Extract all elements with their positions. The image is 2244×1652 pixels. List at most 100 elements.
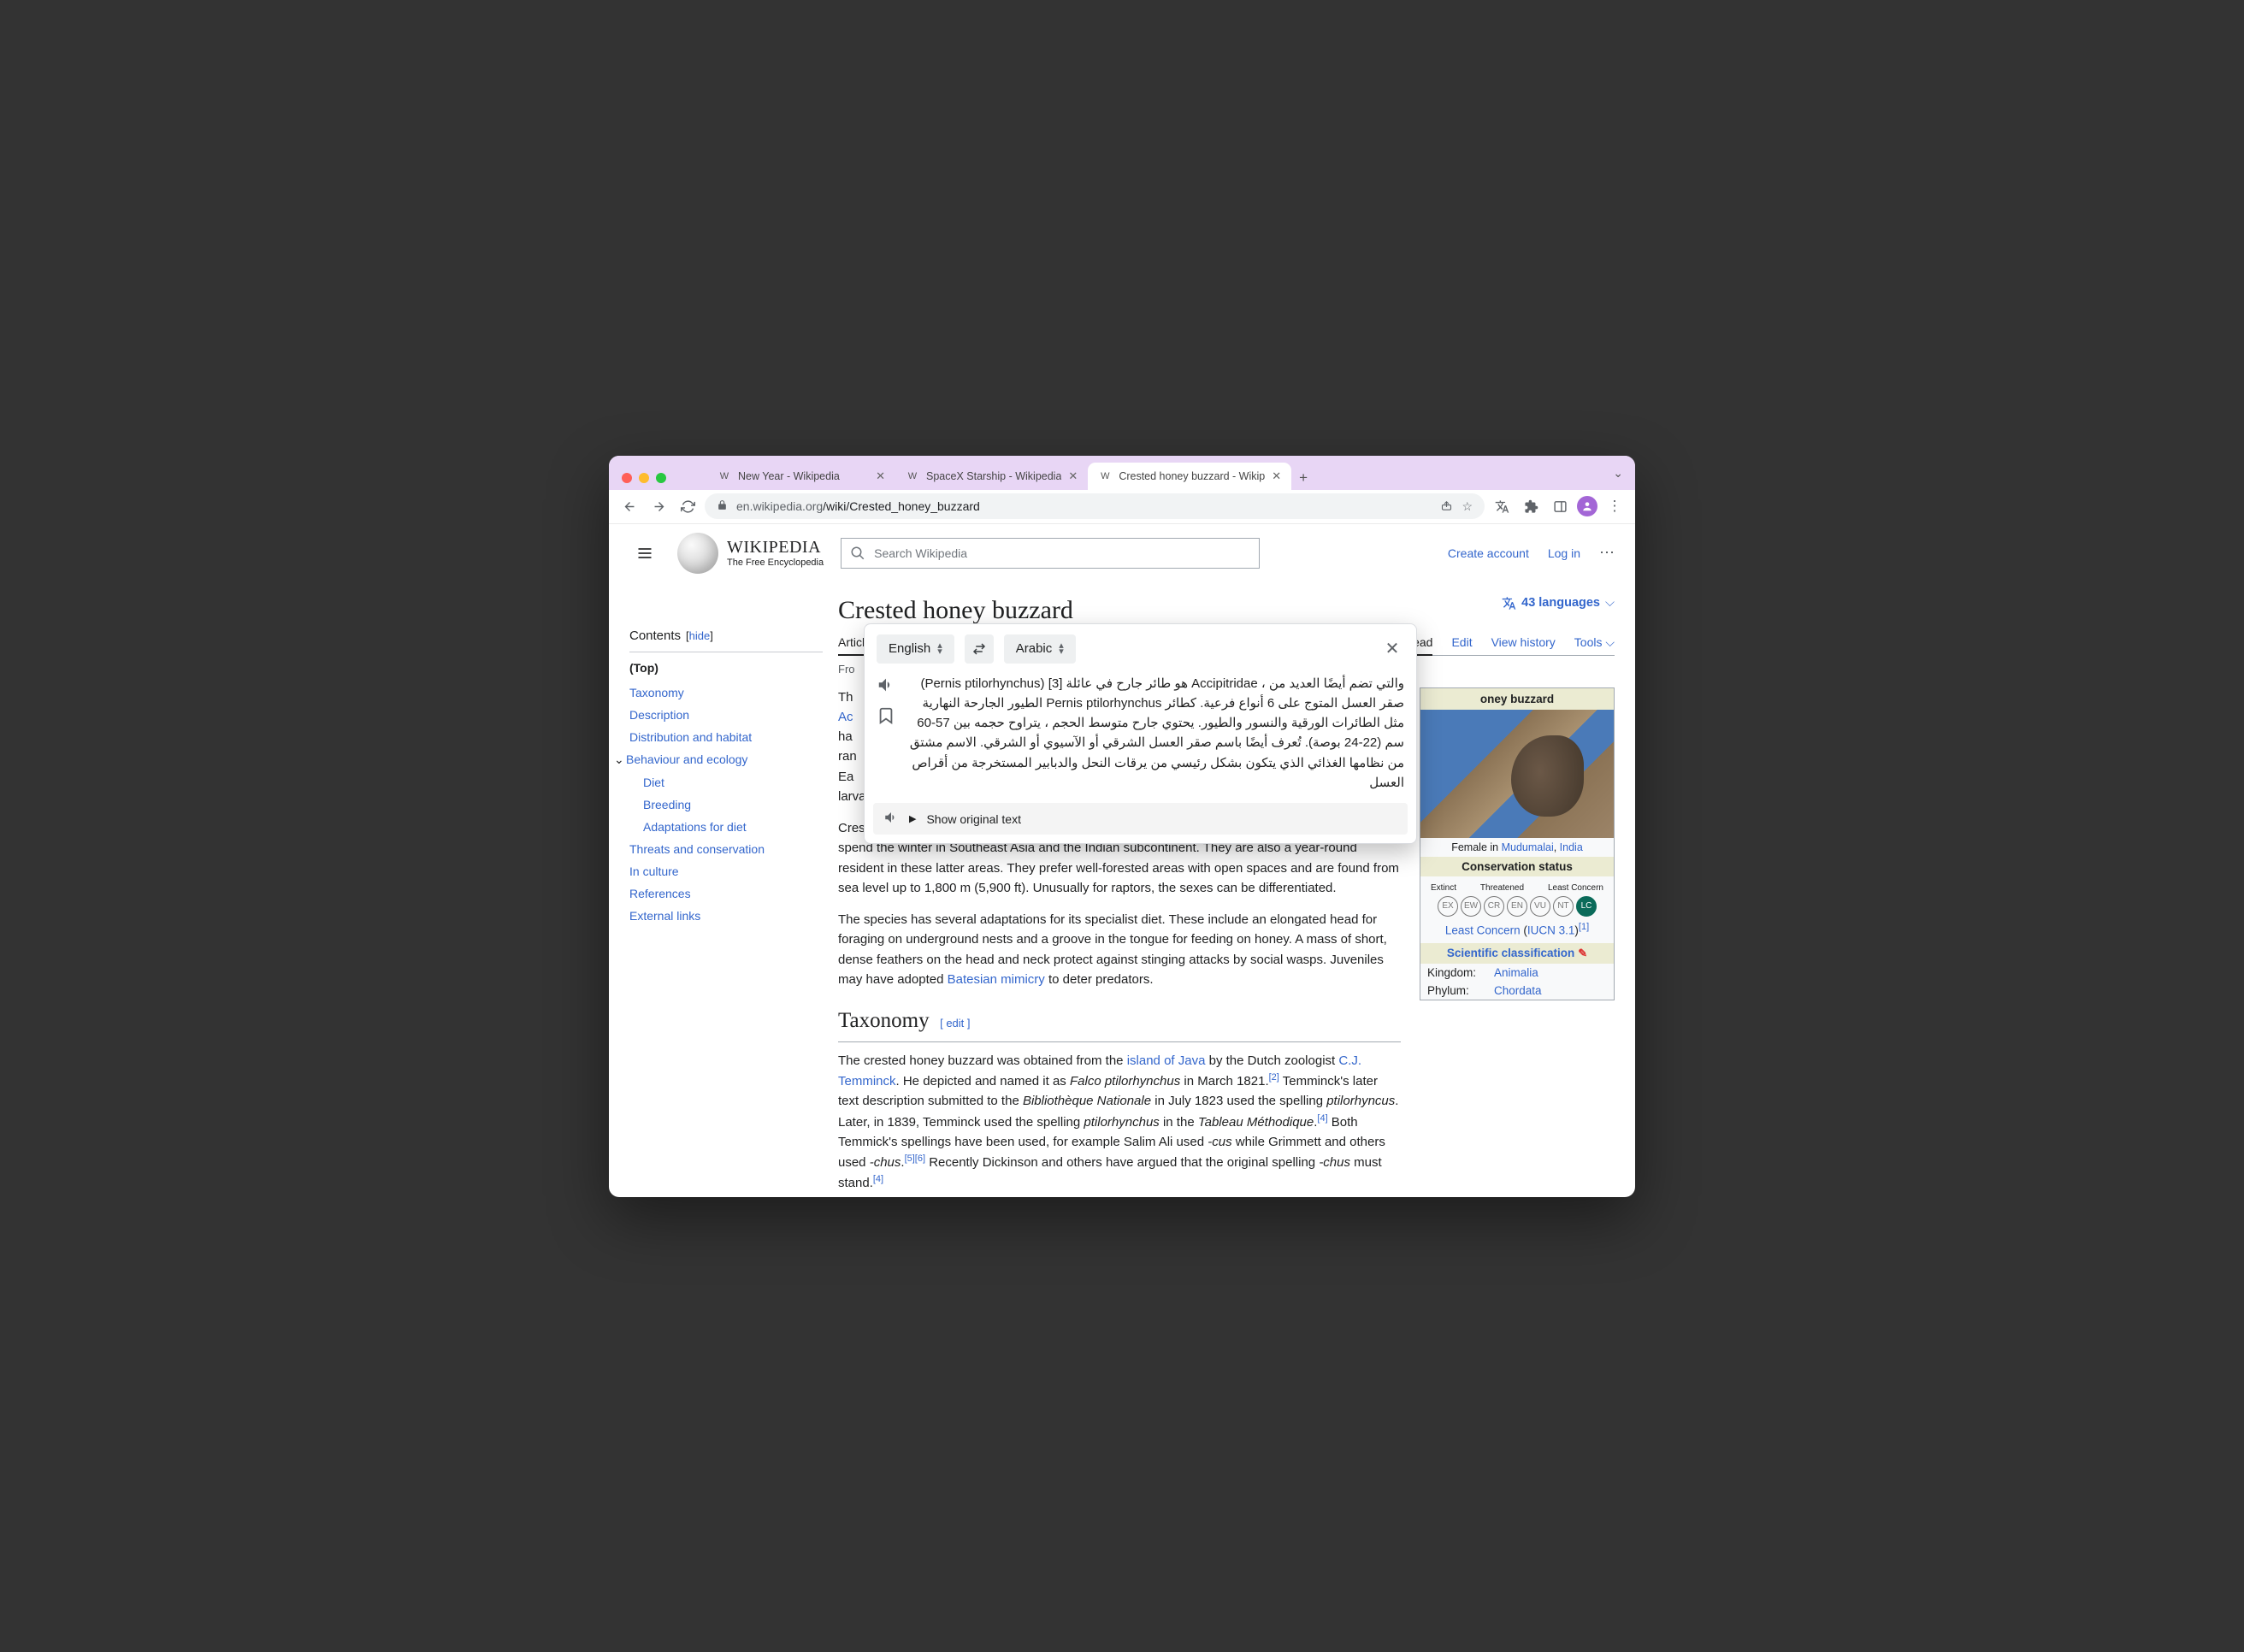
extensions-icon[interactable] <box>1519 494 1543 518</box>
toc-subitem[interactable]: Adaptations for diet <box>629 816 823 838</box>
show-original-toggle[interactable]: ▶ Show original text <box>873 803 1408 835</box>
iucn-grade: LC <box>1576 896 1597 917</box>
close-tab-icon[interactable]: ✕ <box>876 469 885 483</box>
toc-item[interactable]: Taxonomy <box>629 681 823 704</box>
edit-section[interactable]: edit <box>946 1017 964 1030</box>
search-icon <box>850 546 865 561</box>
toc-top[interactable]: (Top) <box>629 661 823 675</box>
wiki-header: WIKIPEDIA The Free Encyclopedia Search W… <box>609 524 1635 582</box>
edit-pencil-icon[interactable]: ✎ <box>1578 947 1587 959</box>
save-translation-icon[interactable] <box>877 706 895 725</box>
translate-popup: English▴▾ Arabic▴▾ ✕ والتي تضم أيضًا الع… <box>864 623 1417 845</box>
swap-languages-button[interactable] <box>965 634 994 664</box>
classification-row: Kingdom:Animalia <box>1420 964 1614 982</box>
iucn-grade: NT <box>1553 896 1574 917</box>
close-tab-icon[interactable]: ✕ <box>1272 469 1281 483</box>
page-title: Crested honey buzzard <box>838 596 1073 625</box>
globe-icon <box>677 533 718 574</box>
toc-sidebar: Contents [hide] (Top) TaxonomyDescriptio… <box>629 582 838 1197</box>
tab-strip: W New Year - Wikipedia ✕ W SpaceX Starship -… <box>609 456 1635 490</box>
search-placeholder: Search Wikipedia <box>874 546 967 560</box>
browser-tab[interactable]: W New Year - Wikipedia ✕ <box>707 463 895 490</box>
toc-subitem[interactable]: Diet <box>629 771 823 794</box>
toc-item[interactable]: In culture <box>629 860 823 882</box>
expand-triangle-icon: ▶ <box>909 813 916 824</box>
translated-text: والتي تضم أيضًا العديد من ، Accipitridae… <box>906 674 1404 794</box>
back-button[interactable] <box>617 494 641 518</box>
speak-original-icon[interactable] <box>883 810 899 828</box>
toc-heading: Contents <box>629 628 681 643</box>
address-bar: en.wikipedia.org/wiki/Crested_honey_buzz… <box>609 490 1635 524</box>
iucn-grade: EW <box>1461 896 1481 917</box>
create-account-link[interactable]: Create account <box>1448 546 1529 560</box>
iucn-grade: VU <box>1530 896 1550 917</box>
bookmark-star-icon[interactable]: ☆ <box>1462 499 1473 514</box>
toc-item[interactable]: ⌄Behaviour and ecology <box>629 748 823 771</box>
minimize-window[interactable] <box>639 473 649 483</box>
browser-window: W New Year - Wikipedia ✕ W SpaceX Starship -… <box>609 456 1635 1197</box>
favicon: W <box>717 469 731 483</box>
browser-tab[interactable]: W SpaceX Starship - Wikipedia ✕ <box>895 463 1088 490</box>
toc-item[interactable]: Distribution and habitat <box>629 726 823 748</box>
translate-icon[interactable] <box>1490 494 1514 518</box>
toc-item[interactable]: External links <box>629 905 823 927</box>
search-input[interactable]: Search Wikipedia <box>841 538 1260 569</box>
login-link[interactable]: Log in <box>1548 546 1580 560</box>
more-menu-icon[interactable]: ⋯ <box>1599 544 1615 562</box>
new-tab-button[interactable]: + <box>1291 469 1315 490</box>
source-language-select[interactable]: English▴▾ <box>877 634 954 664</box>
favicon: W <box>906 469 919 483</box>
sidepanel-icon[interactable] <box>1548 494 1572 518</box>
reload-button[interactable] <box>676 494 700 518</box>
maximize-window[interactable] <box>656 473 666 483</box>
language-button[interactable]: 43 languages ⌵ <box>1502 596 1615 611</box>
wordmark: WIKIPEDIA <box>727 538 824 558</box>
close-translate-button[interactable]: ✕ <box>1380 638 1404 659</box>
share-icon[interactable] <box>1440 499 1453 514</box>
tab-overflow-button[interactable]: ⌄ <box>1613 466 1623 481</box>
lock-icon <box>717 499 728 513</box>
caret-down-icon[interactable]: ⌄ <box>614 752 626 767</box>
tagline: The Free Encyclopedia <box>727 558 824 568</box>
profile-avatar[interactable] <box>1577 496 1597 516</box>
close-window[interactable] <box>622 473 632 483</box>
infobox-caption: Female in Mudumalai, India <box>1420 838 1614 857</box>
url-input[interactable]: en.wikipedia.org/wiki/Crested_honey_buzz… <box>705 493 1485 519</box>
iucn-grade: EX <box>1438 896 1458 917</box>
classification-heading: Scientific classification✎ <box>1420 943 1614 964</box>
chevron-down-icon: ⌵ <box>1605 596 1615 610</box>
heading-taxonomy: Taxonomy <box>838 1009 930 1032</box>
target-language-select[interactable]: Arabic▴▾ <box>1004 634 1076 664</box>
infobox: oney buzzard Female in Mudumalai, India … <box>1420 687 1615 1001</box>
window-controls <box>622 473 673 490</box>
toc-hide[interactable]: [hide] <box>686 629 713 642</box>
status-heading: Conservation status <box>1420 857 1614 876</box>
browser-tab[interactable]: W Crested honey buzzard - Wikip ✕ <box>1088 463 1291 490</box>
tab-title: Crested honey buzzard - Wikip <box>1119 470 1265 482</box>
url-text: en.wikipedia.org/wiki/Crested_honey_buzz… <box>736 499 980 513</box>
infobox-image[interactable] <box>1420 710 1614 838</box>
tab-title: SpaceX Starship - Wikipedia <box>926 470 1061 482</box>
translate-icon <box>1502 596 1516 611</box>
tab-history[interactable]: View history <box>1491 635 1556 655</box>
classification-row: Phylum:Chordata <box>1420 982 1614 1000</box>
toc-item[interactable]: References <box>629 882 823 905</box>
speak-icon[interactable] <box>877 676 895 694</box>
forward-button[interactable] <box>647 494 670 518</box>
link-batesian[interactable]: Batesian mimicry <box>948 972 1045 987</box>
iucn-grade: CR <box>1484 896 1504 917</box>
wiki-logo[interactable]: WIKIPEDIA The Free Encyclopedia <box>677 533 824 574</box>
iucn-grade: EN <box>1507 896 1527 917</box>
tab-tools[interactable]: Tools ⌵ <box>1574 635 1615 655</box>
tab-edit[interactable]: Edit <box>1451 635 1472 655</box>
favicon: W <box>1098 469 1112 483</box>
article-main: Crested honey buzzard 43 languages ⌵ Art… <box>838 582 1615 1197</box>
infobox-title: oney buzzard <box>1420 688 1614 710</box>
toc-item[interactable]: Description <box>629 704 823 726</box>
toc-item[interactable]: Threats and conservation <box>629 838 823 860</box>
browser-menu-icon[interactable]: ⋮ <box>1603 494 1627 518</box>
close-tab-icon[interactable]: ✕ <box>1068 469 1078 483</box>
toc-subitem[interactable]: Breeding <box>629 794 823 816</box>
tab-title: New Year - Wikipedia <box>738 470 869 482</box>
main-menu-button[interactable] <box>629 538 660 569</box>
